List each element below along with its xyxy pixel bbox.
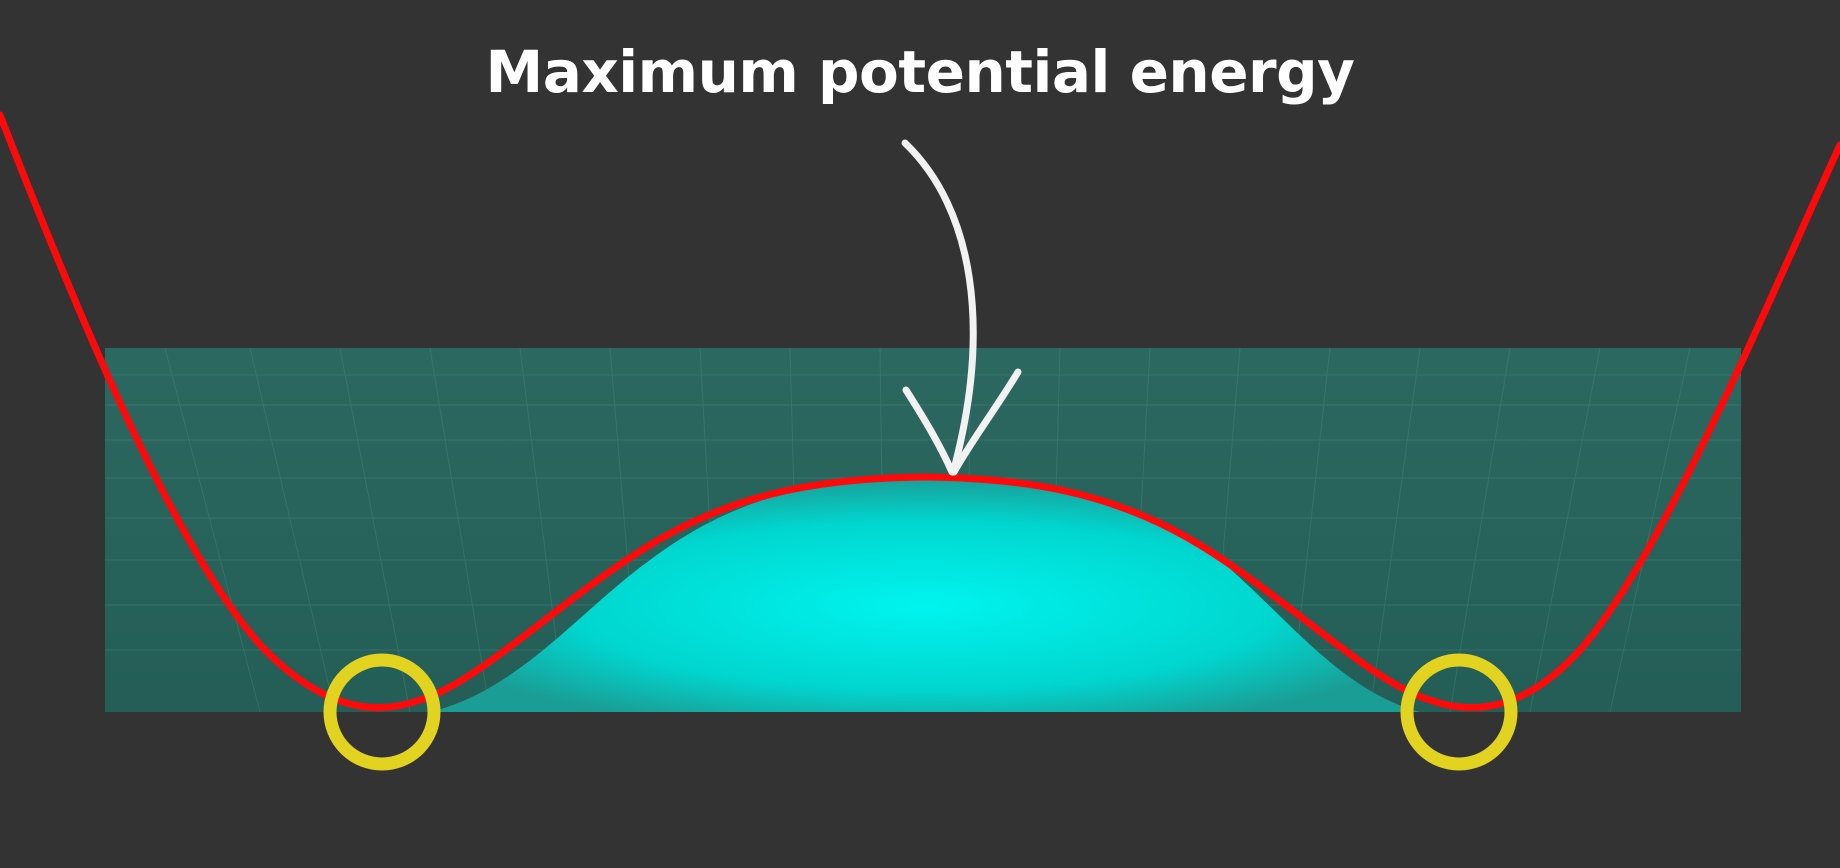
double-well-potential-diagram xyxy=(0,111,1840,771)
